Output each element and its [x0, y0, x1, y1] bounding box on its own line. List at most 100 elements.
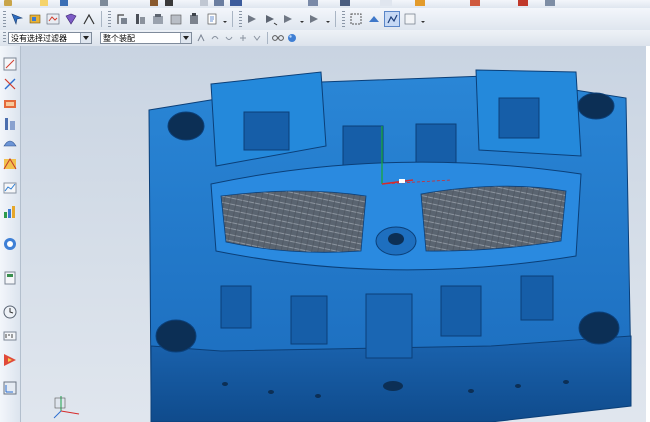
undo-icon	[214, 0, 224, 6]
measure-icon[interactable]	[2, 328, 18, 344]
clock-icon[interactable]	[2, 304, 18, 320]
select-face-icon[interactable]	[195, 30, 207, 46]
view-icon[interactable]	[366, 11, 382, 27]
front-hole	[515, 384, 521, 388]
paste-icon	[200, 0, 208, 6]
sphere-icon[interactable]	[286, 30, 298, 46]
selection-toolbar: 没有选择过滤器 整个装配	[0, 30, 650, 47]
save-icon	[60, 0, 68, 6]
align-icon[interactable]	[132, 11, 148, 27]
type-filter-dropdown[interactable]: 没有选择过滤器	[8, 32, 92, 44]
datum-axis-icon[interactable]	[2, 76, 18, 92]
main-toolbar	[0, 8, 650, 31]
front-hole	[383, 381, 403, 391]
chevron-down-icon[interactable]	[80, 33, 91, 43]
mirror-icon[interactable]	[81, 11, 97, 27]
mold-model[interactable]	[21, 46, 650, 422]
mold-pocket	[440, 285, 482, 337]
move-icon[interactable]	[45, 11, 61, 27]
selection-scope-value: 整个装配	[103, 33, 135, 43]
mold-pocket	[415, 123, 457, 167]
scale-icon[interactable]	[114, 11, 130, 27]
feature-icon[interactable]	[2, 352, 18, 368]
toolbar-grip[interactable]	[3, 11, 6, 27]
arrow-icon[interactable]	[263, 11, 279, 27]
chevron-down-icon[interactable]	[420, 11, 426, 27]
toolbar-grip[interactable]	[239, 11, 242, 27]
mold-pocket	[243, 111, 290, 151]
render-icon	[470, 0, 480, 6]
copy-object-icon[interactable]	[63, 11, 79, 27]
undo-select-icon[interactable]	[209, 30, 221, 46]
mold-tools-icon[interactable]	[2, 236, 18, 252]
selection-scope-dropdown[interactable]: 整个装配	[100, 32, 192, 44]
feature-icon[interactable]	[2, 156, 18, 172]
print-icon	[100, 0, 108, 6]
type-filter-value: 没有选择过滤器	[11, 33, 67, 43]
snap-icon[interactable]	[27, 11, 43, 27]
window-right-edge	[646, 46, 650, 422]
zoom-icon	[340, 0, 350, 6]
refresh-icon	[415, 0, 425, 6]
toolbar-grip[interactable]	[3, 32, 6, 44]
rotate-icon	[380, 0, 392, 6]
arrow-icon[interactable]	[245, 11, 261, 27]
document-icon[interactable]	[204, 11, 220, 27]
surface-icon[interactable]	[2, 134, 18, 150]
analysis-icon[interactable]	[150, 11, 166, 27]
mold-wizard-icon[interactable]	[2, 96, 18, 112]
mold-hole	[167, 111, 205, 141]
selection-icon[interactable]	[9, 11, 25, 27]
redo-select-icon[interactable]	[223, 30, 235, 46]
mold-pocket	[290, 295, 328, 345]
redo-select-icon[interactable]	[251, 30, 263, 46]
glasses-icon[interactable]	[272, 30, 284, 46]
toolbar-grip[interactable]	[108, 11, 111, 27]
analysis-icon[interactable]	[2, 270, 18, 286]
arrow-icon[interactable]	[307, 11, 323, 27]
new-file-icon	[40, 0, 48, 6]
parting-icon[interactable]	[2, 116, 18, 132]
filter-icon[interactable]	[168, 11, 184, 27]
folder-open-icon	[4, 0, 12, 6]
sketch-icon[interactable]	[2, 56, 18, 72]
mold-hole	[577, 92, 615, 120]
mold-pocket	[342, 125, 384, 167]
redo-icon	[230, 0, 242, 6]
shaded-icon[interactable]	[402, 11, 418, 27]
arrow-icon[interactable]	[281, 11, 297, 27]
grille-insert-right	[420, 185, 567, 252]
left-toolbar	[0, 46, 21, 422]
wcs-triad	[53, 396, 80, 419]
mold-pocket	[520, 275, 554, 321]
view-icon	[518, 0, 528, 6]
graph-icon[interactable]	[2, 204, 18, 220]
chevron-down-icon[interactable]	[222, 11, 228, 27]
copy-icon	[165, 0, 173, 6]
front-hole	[222, 382, 228, 386]
wcs-icon[interactable]	[2, 380, 18, 396]
mold-pocket	[220, 285, 252, 329]
top-toolbar-icons[interactable]	[0, 0, 650, 8]
chevron-down-icon[interactable]	[325, 11, 331, 27]
layer-icon	[308, 0, 318, 6]
front-hole	[468, 389, 474, 393]
front-hole	[315, 394, 321, 398]
chevron-down-icon[interactable]	[180, 33, 191, 43]
cut-icon	[150, 0, 158, 6]
mold-pocket	[365, 293, 413, 359]
mold-pocket	[498, 97, 540, 139]
mold-hole	[388, 233, 404, 245]
graphics-viewport[interactable]	[21, 46, 650, 422]
mold-hole	[155, 319, 197, 353]
dynamic-icon[interactable]	[384, 11, 400, 27]
select-all-icon[interactable]	[348, 11, 364, 27]
mold-hole	[578, 311, 620, 345]
point-snap-icon[interactable]	[237, 30, 249, 46]
analysis-icon[interactable]	[2, 180, 18, 196]
toolbar-grip[interactable]	[342, 11, 345, 27]
grille-insert-left	[220, 190, 367, 253]
point-icon[interactable]	[186, 11, 202, 27]
chevron-down-icon[interactable]	[299, 11, 305, 27]
help-icon	[545, 0, 555, 6]
